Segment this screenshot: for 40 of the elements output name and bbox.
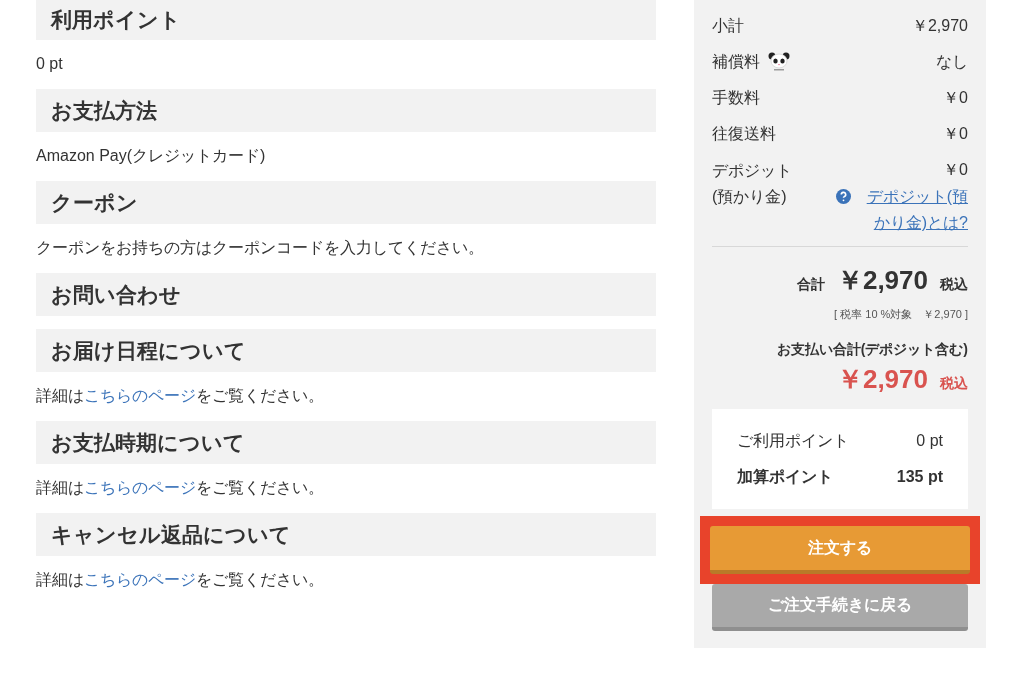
page-link[interactable]: こちらのページ [84, 571, 196, 588]
points-label: ご利用ポイント [737, 430, 849, 451]
page-link[interactable]: こちらのページ [84, 387, 196, 404]
tax-included-label: 税込 [940, 275, 968, 294]
panda-icon [768, 52, 790, 72]
summary-label: 小計 [712, 16, 744, 36]
section-text: 詳細はこちらのページをご覧ください。 [36, 570, 325, 590]
summary-value: なし [936, 52, 968, 72]
summary-value: ￥0 [943, 124, 968, 144]
page-link[interactable]: こちらのページ [84, 479, 196, 496]
section-heading: お支払時期について [36, 421, 656, 464]
payment-total-amount: ￥2,970 [836, 362, 928, 396]
summary-label: 往復送料 [712, 124, 776, 144]
points-value: 135 pt [896, 466, 943, 487]
section-heading: お支払方法 [36, 89, 656, 132]
section-heading: キャンセル返品について [36, 513, 656, 556]
section-heading: お届け日程について [36, 329, 656, 372]
section-text: Amazon Pay(クレジットカード) [36, 146, 267, 166]
points-label: 加算ポイント [737, 466, 833, 487]
section-heading: 利用ポイント [36, 0, 656, 40]
help-link[interactable]: デポジット(預かり金)とは? [855, 184, 968, 236]
points-value: 0 pt [916, 430, 943, 451]
total-amount: ￥2,970 [836, 264, 928, 297]
section-text: クーポンをお持ちの方はクーポンコードを入力してください。 [36, 238, 485, 258]
tax-included-label: 税込 [940, 373, 968, 393]
section-heading: クーポン [36, 181, 656, 224]
section-text: 詳細はこちらのページをご覧ください。 [36, 478, 325, 498]
tax-note: [ 税率 10 %対象 ￥2,970 ] [834, 307, 968, 322]
section-text: 詳細はこちらのページをご覧ください。 [36, 386, 325, 406]
summary-value: ￥2,970 [911, 16, 968, 36]
summary-value: ￥0 [943, 88, 968, 108]
help-icon [836, 189, 851, 204]
summary-label: デポジット(預かり金) [712, 161, 793, 207]
section-heading: お問い合わせ [36, 273, 656, 316]
summary-value: ￥0 [943, 160, 968, 180]
summary-label: 手数料 [712, 88, 760, 108]
section-text: 0 pt [36, 54, 64, 74]
summary-label: 補償料 [712, 52, 760, 72]
total-label: 合計 [796, 275, 825, 294]
payment-total-label: お支払い合計(デポジット含む) [776, 339, 968, 359]
